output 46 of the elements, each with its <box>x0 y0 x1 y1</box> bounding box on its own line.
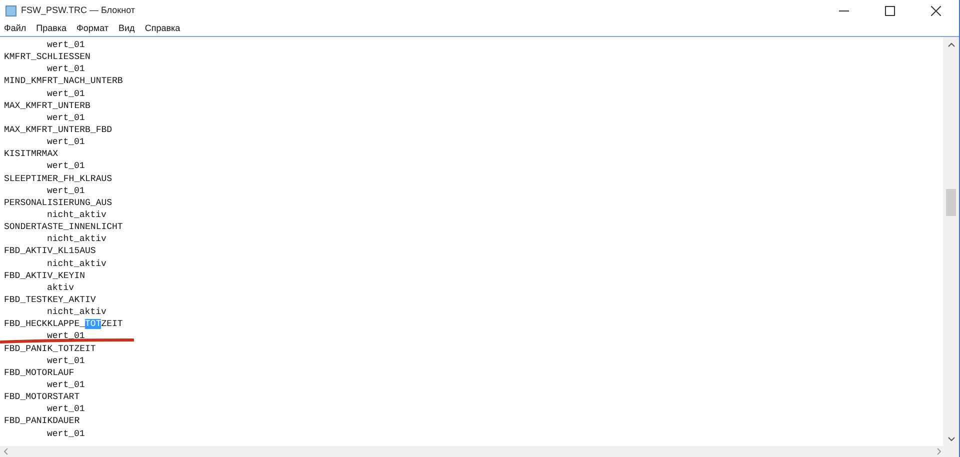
text-line: KMFRT_SCHLIESSEN <box>4 52 90 62</box>
close-icon[interactable] <box>931 6 941 16</box>
text-line: wert_01 <box>47 356 85 366</box>
text-line: PERSONALISIERUNG_AUS <box>4 198 112 208</box>
text-line: MAX_KMFRT_UNTERB <box>4 100 90 111</box>
text-line: wert_01 <box>47 64 85 74</box>
menu-item[interactable]: Вид <box>118 24 135 33</box>
text-line: MIND_KMFRT_NACH_UNTERB <box>4 76 123 86</box>
scrollbar-thumb[interactable] <box>946 189 956 216</box>
text-line: wert_01 <box>47 112 85 123</box>
text-line: FBD_PANIK_TOTZEIT <box>4 344 96 354</box>
menu-item[interactable]: Правка <box>36 24 67 33</box>
text-line: wert_01 <box>47 380 85 390</box>
text-line: FBD_PANIKDAUER <box>4 416 80 426</box>
text-line: aktiv <box>47 282 74 293</box>
text-line: nicht_aktiv <box>47 307 106 318</box>
text-line: MAX_KMFRT_UNTERB_FBD <box>4 124 112 135</box>
menu-item[interactable]: Формат <box>76 24 109 33</box>
text-line: nicht_aktiv <box>47 258 106 269</box>
text-line: wert_01 <box>47 40 85 50</box>
text-line: wert_01 <box>47 137 85 148</box>
text-line: wert_01 <box>47 404 85 414</box>
text-line: KISITMRMAX <box>4 149 58 160</box>
text-line: wert_01 <box>47 186 85 196</box>
notepad-icon <box>5 5 17 17</box>
text-line: FBD_TESTKEY_AKTIV <box>4 294 96 305</box>
text-line: wert_01 <box>47 428 85 438</box>
text-line: SLEEPTIMER_FH_KLRAUS <box>4 174 112 184</box>
text-line: SONDERTASTE_INNENLICHT <box>4 222 123 232</box>
text-line: FBD_AKTIV_KEYIN <box>4 270 86 281</box>
text-line: FBD_MOTORSTART <box>4 392 80 402</box>
text-line: FBD_MOTORLAUF <box>4 368 74 378</box>
text-line: wert_01 <box>47 161 85 172</box>
scroll-up-icon[interactable] <box>948 42 954 47</box>
text-line: wert_01 <box>47 331 85 342</box>
window-title: FSW_PSW.TRC — Блокнот <box>21 4 136 18</box>
menu-item[interactable]: Файл <box>4 24 26 33</box>
text-line: FBD_AKTIV_KL15AUS <box>4 246 96 256</box>
menu-item[interactable]: Справка <box>144 24 180 33</box>
text-line: nicht_aktiv <box>47 210 106 220</box>
text-line: FBD_HECKKLAPPE_TOTZEIT <box>4 319 123 330</box>
scroll-down-icon[interactable] <box>948 437 954 442</box>
text-line: wert_01 <box>47 88 85 99</box>
text-line: nicht_aktiv <box>47 234 106 244</box>
vertical-scrollbar[interactable] <box>943 37 959 446</box>
maximize-icon[interactable] <box>885 6 895 16</box>
